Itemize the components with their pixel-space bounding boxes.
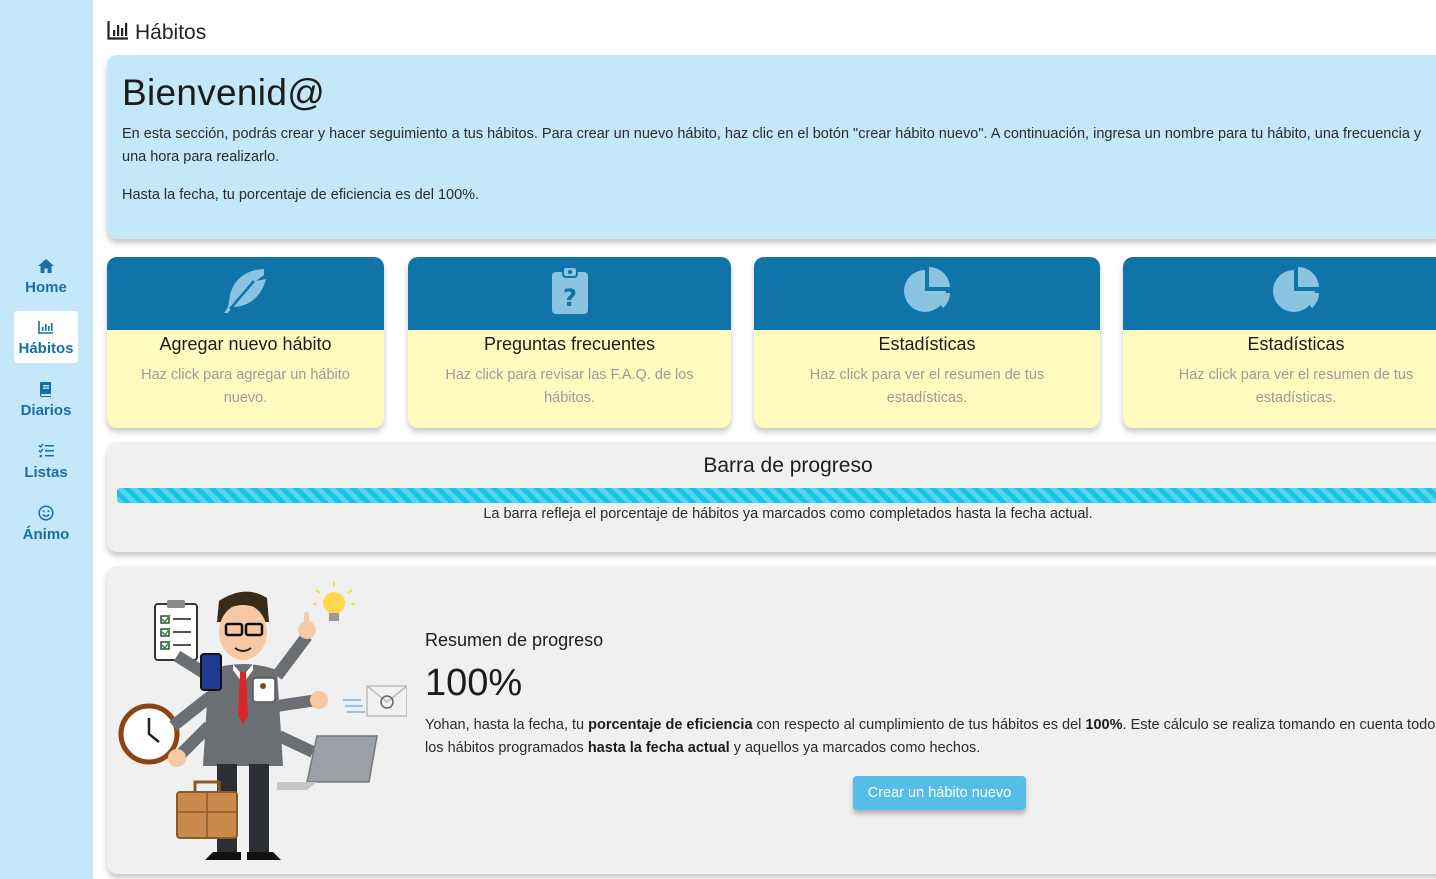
progress-bar-fill	[117, 488, 1436, 503]
efficiency-text: Hasta la fecha, tu porcentaje de eficien…	[122, 187, 480, 203]
summary-text-part: Yohan, hasta la fecha, tu	[425, 717, 589, 733]
book-icon	[39, 380, 53, 398]
smile-icon	[38, 504, 54, 522]
card-header: ?	[408, 257, 731, 330]
welcome-panel: Bienvenid@ En esta sección, podrás crear…	[107, 55, 1436, 239]
home-icon	[37, 257, 55, 275]
summary-text-bold: hasta la fecha actual	[587, 740, 730, 756]
summary-title: Resumen de progreso	[425, 630, 604, 650]
card-stats-2[interactable]: Estadísticas Haz click para ver el resum…	[1123, 257, 1436, 428]
pie-chart-icon	[1270, 265, 1322, 322]
svg-text:?: ?	[563, 284, 577, 312]
sidebar-item-label: Hábitos	[18, 339, 74, 357]
sidebar-item-label: Listas	[24, 463, 68, 481]
sidebar: Home Hábitos Diarios Listas Ánimo	[0, 0, 93, 879]
feather-icon	[220, 265, 272, 322]
summary-text-part: con respecto al cumplimiento de tus hábi…	[752, 717, 1086, 733]
clipboard-question-icon: ?	[550, 266, 590, 321]
card-desc: Haz click para revisar las F.A.Q. de los…	[445, 367, 694, 406]
card-desc: Haz click para ver el resumen de tus est…	[809, 367, 1045, 406]
summary-text: Yohan, hasta la fecha, tu porcentaje de …	[425, 714, 1436, 760]
progress-note: La barra refleja el porcentaje de hábito…	[483, 506, 1093, 522]
card-title: Agregar nuevo hábito	[159, 334, 332, 354]
page-title: Hábitos	[107, 20, 206, 46]
card-title: Estadísticas	[878, 334, 976, 354]
card-header	[1123, 257, 1436, 330]
sidebar-item-label: Diarios	[20, 401, 72, 419]
sidebar-item-listas[interactable]: Listas	[14, 435, 78, 487]
card-title: Preguntas frecuentes	[483, 334, 656, 354]
summary-text-bold: porcentaje de eficiencia	[588, 717, 753, 733]
sidebar-item-home[interactable]: Home	[14, 250, 78, 302]
sidebar-item-diarios[interactable]: Diarios	[14, 373, 78, 425]
summary-percent: 100%	[425, 662, 523, 704]
sidebar-item-animo[interactable]: Ánimo	[14, 497, 78, 549]
bar-chart-icon	[107, 20, 129, 46]
sidebar-item-label: Home	[25, 278, 67, 296]
bar-chart-icon	[38, 318, 54, 336]
sidebar-item-label: Ánimo	[22, 525, 70, 543]
create-habit-button[interactable]: Crear un hábito nuevo	[853, 776, 1026, 810]
summary-panel: Resumen de progreso 100% Yohan, hasta la…	[107, 566, 1436, 874]
list-check-icon	[38, 442, 55, 460]
card-title: Estadísticas	[1247, 334, 1345, 354]
pie-chart-icon	[901, 265, 953, 322]
card-desc: Haz click para ver el resumen de tus est…	[1178, 367, 1414, 406]
card-desc: Haz click para agregar un hábito nuevo.	[141, 367, 350, 406]
summary-text-part: y aquellos ya marcados como hechos.	[729, 740, 981, 756]
businessman-illustration	[117, 576, 408, 866]
progress-bar	[117, 488, 1436, 503]
card-add-habit[interactable]: Agregar nuevo hábito Haz click para agre…	[107, 257, 384, 428]
progress-title: Barra de progreso	[703, 454, 873, 477]
summary-text-bold: 100%	[1085, 717, 1123, 733]
sidebar-item-habitos[interactable]: Hábitos	[14, 311, 78, 363]
welcome-intro: En esta sección, podrás crear y hacer se…	[122, 126, 1422, 165]
progress-panel: Barra de progreso La barra refleja el po…	[107, 442, 1436, 552]
card-faq[interactable]: ? Preguntas frecuentes Haz click para re…	[408, 257, 731, 428]
page-title-text: Hábitos	[135, 21, 207, 44]
card-stats[interactable]: Estadísticas Haz click para ver el resum…	[754, 257, 1100, 428]
main-content: Hábitos Bienvenid@ En esta sección, podr…	[107, 0, 1436, 879]
card-header	[107, 257, 384, 330]
welcome-title: Bienvenid@	[122, 72, 326, 113]
card-header	[754, 257, 1100, 330]
